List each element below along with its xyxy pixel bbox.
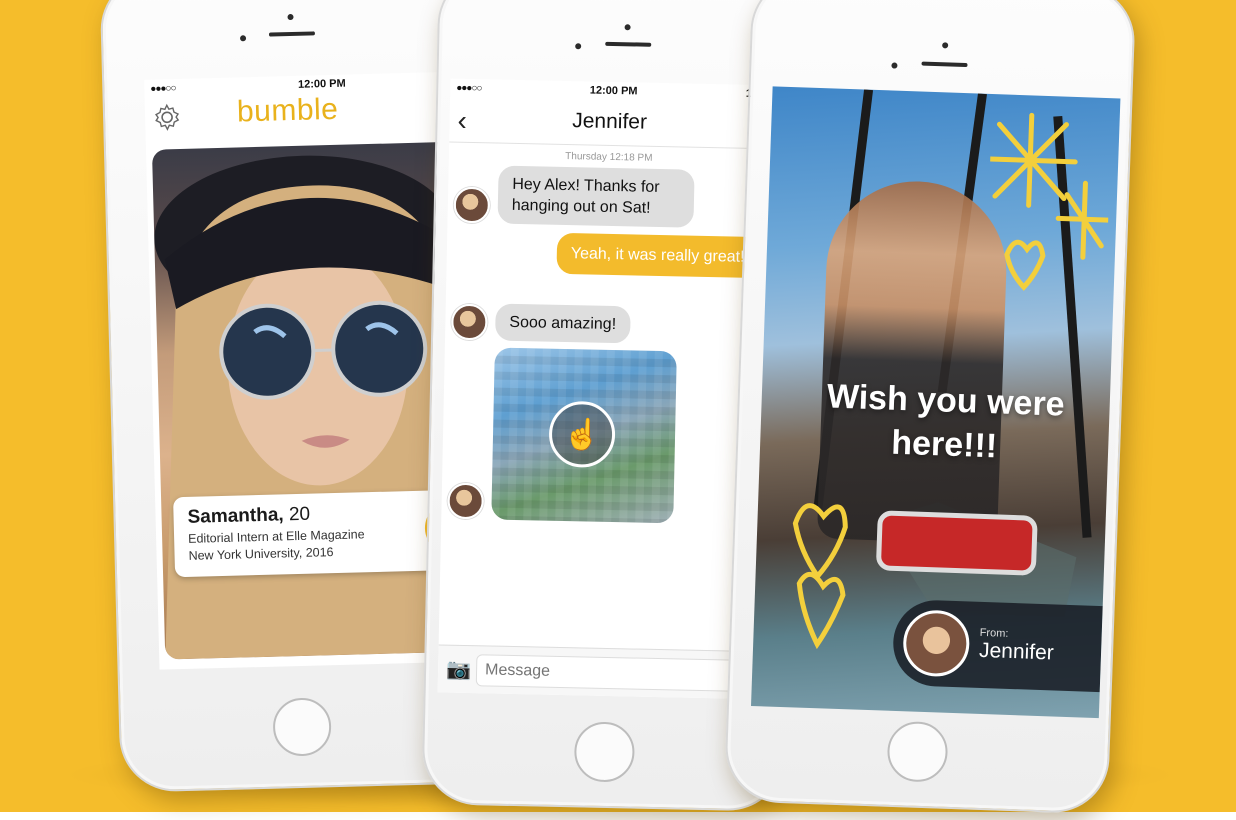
home-button[interactable] bbox=[573, 721, 636, 783]
earpiece bbox=[605, 41, 652, 47]
gear-icon[interactable] bbox=[153, 103, 182, 132]
avatar[interactable] bbox=[453, 186, 491, 224]
profile-name: Samantha, bbox=[187, 504, 284, 528]
camera-icon[interactable]: 📷 bbox=[446, 657, 477, 683]
story-screen[interactable]: Wish you were here!!! From: Jennifer bbox=[751, 86, 1121, 719]
front-camera-icon bbox=[942, 42, 949, 49]
signal-indicator: ●●●○○ bbox=[456, 82, 482, 94]
swing-seat bbox=[875, 510, 1038, 576]
message-composer: 📷 bbox=[437, 644, 759, 700]
phone-story: Wish you were here!!! From: Jennifer bbox=[723, 0, 1137, 815]
signal-indicator: ●●●○○ bbox=[150, 82, 176, 95]
message-row-media: ☝ bbox=[447, 347, 677, 524]
message-input[interactable] bbox=[475, 653, 751, 692]
status-time: 12:00 PM bbox=[589, 84, 638, 98]
bottom-strip bbox=[0, 812, 1236, 820]
message-bubble-incoming[interactable]: Hey Alex! Thanks for hanging out on Sat! bbox=[497, 165, 695, 228]
sensor-dot bbox=[891, 62, 898, 69]
message-row-incoming: Sooo amazing! bbox=[451, 303, 631, 344]
sender-name: Jennifer bbox=[978, 638, 1055, 665]
chat-contact-name: Jennifer bbox=[572, 109, 648, 134]
profile-school: New York University, 2016 bbox=[188, 545, 334, 563]
earpiece bbox=[268, 31, 316, 37]
chat-header: ‹ Jennifer bbox=[449, 96, 771, 150]
home-button[interactable] bbox=[886, 720, 949, 783]
story-caption: Wish you were here!!! bbox=[826, 377, 1066, 466]
front-camera-icon bbox=[287, 13, 294, 21]
sensor-dot bbox=[239, 35, 247, 42]
video-snap-thumbnail[interactable]: ☝ bbox=[491, 347, 677, 524]
person-on-swing bbox=[816, 178, 1010, 545]
status-time: 12:00 PM bbox=[297, 77, 346, 91]
story-sender-bar[interactable]: From: Jennifer bbox=[891, 598, 1103, 693]
chat-timestamp: Thursday 12:18 PM bbox=[565, 150, 653, 164]
message-bubble-outgoing[interactable]: Yeah, it was really great! How's the tri… bbox=[556, 232, 771, 279]
message-row-incoming: Hey Alex! Thanks for hanging out on Sat! bbox=[453, 165, 695, 228]
app-header: bumble bbox=[145, 89, 476, 142]
avatar[interactable] bbox=[902, 609, 971, 678]
home-button[interactable] bbox=[272, 697, 332, 757]
profile-name-row: Samantha, 20 bbox=[187, 500, 459, 529]
app-logo: bumble bbox=[236, 92, 339, 129]
chat-screen: ●●●○○ 12:00 PM 100 ‹ Jennifer Thursday 1… bbox=[437, 78, 771, 700]
sender-info: From: Jennifer bbox=[979, 627, 1055, 666]
profile-age: 20 bbox=[288, 503, 311, 526]
message-bubble-incoming[interactable]: Sooo amazing! bbox=[495, 303, 631, 344]
front-camera-icon bbox=[624, 24, 631, 31]
avatar[interactable] bbox=[451, 303, 488, 341]
earpiece bbox=[921, 61, 968, 68]
sensor-dot bbox=[575, 43, 582, 50]
avatar[interactable] bbox=[447, 482, 485, 520]
